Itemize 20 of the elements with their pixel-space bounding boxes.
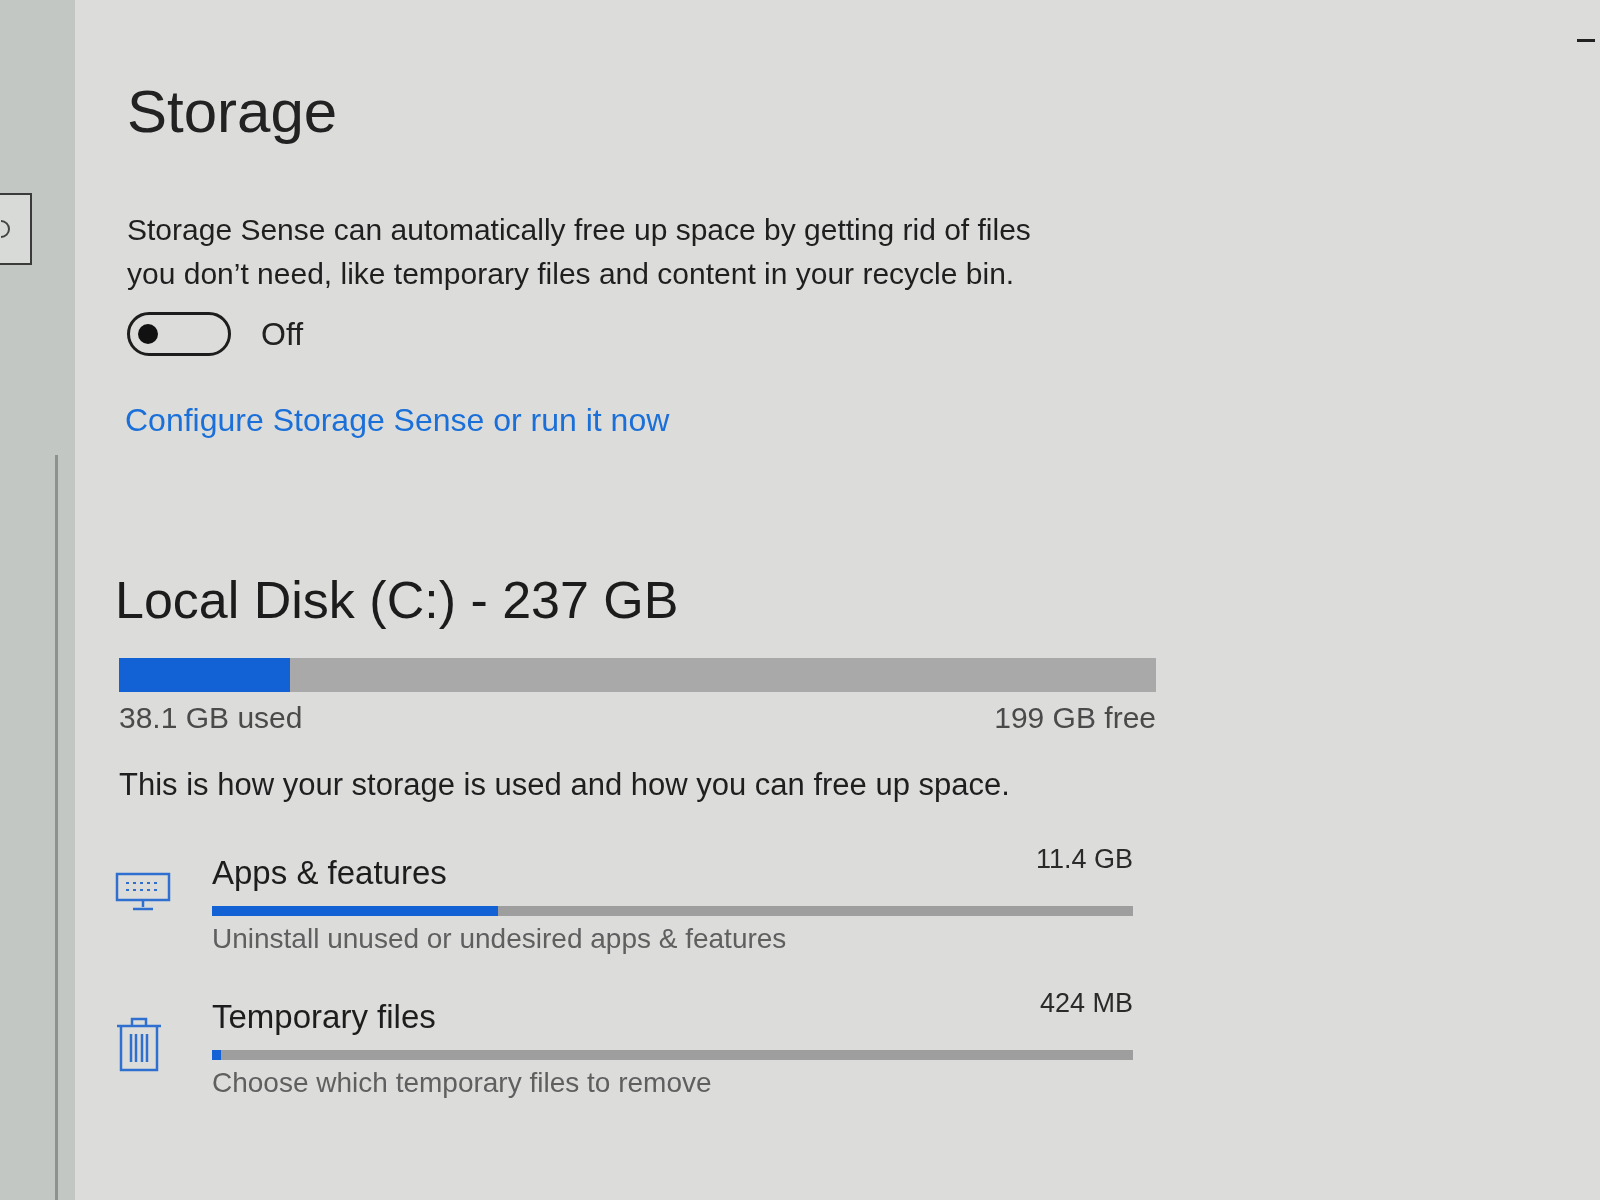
storage-intro-text: This is how your storage is used and how you can free up space. [119,766,1010,804]
category-size: 424 MB [1039,987,1133,1020]
monitor-keyboard-icon [115,872,171,912]
category-description: Uninstall unused or undesired apps & features [212,922,788,956]
page-title: Storage [127,78,338,146]
minimize-icon[interactable] [1577,38,1595,42]
toggle-switch[interactable] [127,312,231,356]
category-size: 11.4 GB [1035,843,1133,876]
free-space-label: 199 GB free [994,700,1156,736]
used-space-label: 38.1 GB used [119,700,303,736]
category-name[interactable]: Apps & features [212,842,447,892]
search-icon [0,219,12,239]
category-name[interactable]: Temporary files [212,986,436,1036]
configure-storage-sense-link[interactable]: Configure Storage Sense or run it now [125,400,670,440]
trash-icon [115,1016,163,1073]
search-field[interactable] [0,193,32,265]
storage-sense-description: Storage Sense can automatically free up space by getting rid of files you don’t need, like temporary files and content in your recycle bin. [127,212,1032,292]
category-description: Choose which temporary files to remove [212,1066,713,1100]
toggle-label: Off [261,315,304,354]
disk-title: Local Disk (C:) - 237 GB [115,570,679,630]
